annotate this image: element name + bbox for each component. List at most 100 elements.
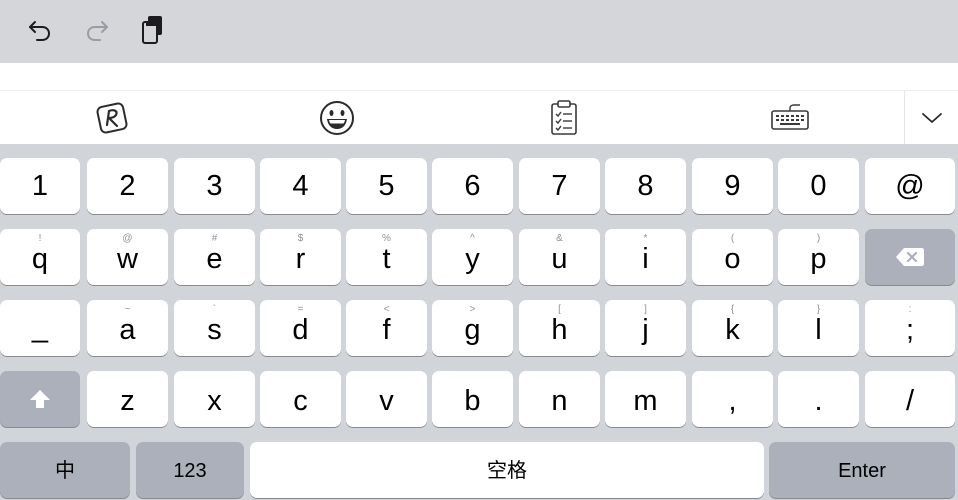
key-label: e	[206, 243, 223, 275]
key-t[interactable]: % t	[346, 229, 427, 285]
key-label: 0	[810, 170, 827, 202]
key-label: g	[464, 314, 481, 346]
key-semicolon[interactable]: :;	[865, 300, 955, 356]
keyboard-switch-button[interactable]	[764, 96, 816, 140]
key-f[interactable]: < f	[346, 300, 427, 356]
key-4[interactable]: 4	[260, 158, 341, 214]
key-label: 1	[31, 170, 49, 202]
key-s[interactable]: ` s	[174, 300, 255, 356]
redo-button[interactable]	[77, 10, 117, 50]
key-label: w	[117, 243, 138, 275]
keyboard-icon	[771, 104, 809, 130]
key-1[interactable]: 1	[0, 158, 80, 214]
key-m[interactable]: m	[605, 371, 686, 427]
key-q[interactable]: ! q	[0, 229, 80, 285]
key-v[interactable]: v	[346, 371, 427, 427]
key-comma[interactable]: ,	[692, 371, 773, 427]
handwriting-icon	[96, 102, 128, 134]
key-e[interactable]: # e	[174, 229, 255, 285]
key-n[interactable]: n	[519, 371, 600, 427]
key-a[interactable]: ~ a	[87, 300, 168, 356]
backspace-icon-wrap	[865, 229, 955, 285]
key-0[interactable]: 0	[778, 158, 859, 214]
key-label: v	[379, 385, 394, 417]
key-label: f	[382, 314, 391, 346]
emoji-icon	[320, 101, 354, 135]
key-label: 123	[173, 460, 207, 482]
key-9[interactable]: 9	[692, 158, 773, 214]
key-r[interactable]: $ r	[260, 229, 341, 285]
numbers-key[interactable]: 123	[136, 442, 244, 498]
key-d[interactable]: = d	[260, 300, 341, 356]
key-2[interactable]: 2	[87, 158, 168, 214]
key-label: .	[814, 385, 823, 417]
key-period[interactable]: .	[778, 371, 859, 427]
key-at[interactable]: @	[865, 158, 955, 214]
key-j[interactable]: ] j	[605, 300, 686, 356]
key-label: l	[815, 314, 822, 346]
keyboard-toolbar	[0, 90, 958, 145]
handwriting-button[interactable]	[86, 96, 138, 140]
key-7[interactable]: 7	[519, 158, 600, 214]
key-u[interactable]: & u	[519, 229, 600, 285]
key-label: 空格	[487, 460, 527, 482]
emoji-button[interactable]	[311, 96, 363, 140]
space-key[interactable]: 空格	[250, 442, 764, 498]
key-c[interactable]: c	[260, 371, 341, 427]
key-label: r	[295, 243, 306, 275]
enter-key[interactable]: Enter	[769, 442, 955, 498]
key-label: a	[119, 314, 136, 346]
key-label: Enter	[838, 460, 886, 482]
undo-button[interactable]	[20, 10, 60, 50]
key-label: 8	[637, 170, 654, 202]
key-3[interactable]: 3	[174, 158, 255, 214]
key-5[interactable]: 5	[346, 158, 427, 214]
key-label: 5	[378, 170, 395, 202]
clipboard-list-button[interactable]	[538, 96, 590, 140]
key-6[interactable]: 6	[432, 158, 513, 214]
key-slash[interactable]: /	[865, 371, 955, 427]
language-switch-key[interactable]: 中	[0, 442, 130, 498]
shift-key[interactable]	[0, 371, 80, 427]
key-label: 7	[551, 170, 568, 202]
key-k[interactable]: {k	[692, 300, 773, 356]
key-label: k	[725, 314, 740, 346]
key-i[interactable]: * i	[605, 229, 686, 285]
key-p[interactable]: ) p	[778, 229, 859, 285]
key-b[interactable]: b	[432, 371, 513, 427]
key-label: 2	[119, 170, 136, 202]
key-label: ,	[728, 385, 737, 417]
key-underscore[interactable]: _	[0, 300, 80, 356]
key-o[interactable]: (o	[692, 229, 773, 285]
copy-button[interactable]	[133, 10, 173, 50]
key-g[interactable]: > g	[432, 300, 513, 356]
key-label: u	[551, 243, 568, 275]
key-label: x	[207, 385, 222, 417]
key-label: 3	[206, 170, 223, 202]
key-label: d	[292, 314, 309, 346]
key-x[interactable]: x	[174, 371, 255, 427]
collapse-chevron-icon	[921, 113, 942, 123]
key-label: s	[207, 314, 222, 346]
key-label: z	[120, 385, 135, 417]
key-label: 9	[724, 170, 741, 202]
key-label: t	[382, 243, 391, 275]
key-label: 4	[292, 170, 309, 202]
key-label: j	[642, 314, 649, 346]
key-h[interactable]: [h	[519, 300, 600, 356]
redo-icon	[86, 21, 108, 41]
key-w[interactable]: @ w	[87, 229, 168, 285]
collapse-keyboard-button[interactable]	[905, 96, 958, 140]
clipboard-list-icon	[551, 100, 577, 135]
key-label: q	[31, 243, 49, 275]
key-label: i	[642, 243, 649, 275]
key-label: @	[895, 170, 925, 202]
key-z[interactable]: z	[87, 371, 168, 427]
backspace-key[interactable]	[865, 229, 955, 285]
keyboard: 1 2 3 4 5 6 7 8 9 0 @ ! q @ w # e $ r % t ^ y …	[0, 144, 958, 500]
text-input-area[interactable]	[0, 63, 958, 90]
key-8[interactable]: 8	[605, 158, 686, 214]
key-label: o	[724, 243, 741, 275]
key-l[interactable]: } l	[778, 300, 859, 356]
key-y[interactable]: ^ y	[432, 229, 513, 285]
